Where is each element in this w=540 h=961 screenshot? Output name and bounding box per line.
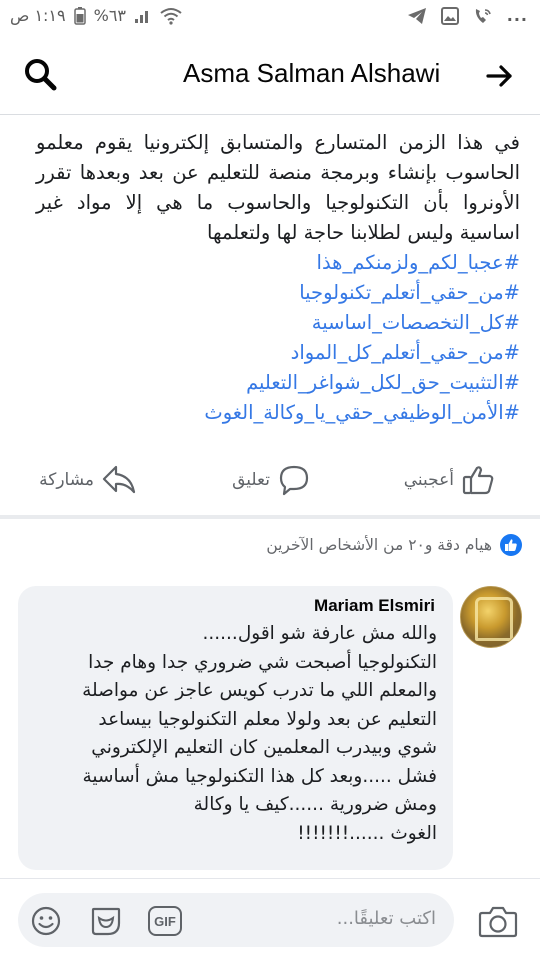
post-body-text: في هذا الزمن المتسارع والمتسابق إلكتروني… <box>36 131 520 244</box>
share-arrow-icon <box>102 465 136 494</box>
comment-bubble-icon <box>279 465 309 496</box>
share-button[interactable]: مشاركة <box>39 464 136 496</box>
search-icon[interactable] <box>22 56 60 94</box>
like-label: أعجبني <box>403 470 454 490</box>
avatar[interactable] <box>460 586 522 648</box>
hashtag-link[interactable]: #من_حقي_أتعلم_تكنولوجيا <box>0 278 540 308</box>
telegram-icon <box>407 7 426 24</box>
status-bar: ١:١٩ ص %٦٣ ... <box>0 0 540 34</box>
comment-composer: GIF اكتب تعليقًا... <box>0 878 540 961</box>
comment-button[interactable]: تعليق <box>232 464 310 496</box>
signal-icon <box>135 10 148 23</box>
more-notifications: ... <box>506 6 528 25</box>
wifi-call-icon <box>475 8 491 23</box>
comment-line: ومش ضرورية ......كيف يا وكالة <box>193 794 437 815</box>
gif-icon[interactable]: GIF <box>148 906 182 936</box>
comment-line: التكنولوجيا أصبحت شي ضروري جدا وهام جدا <box>88 651 437 673</box>
reactions-text: هيام دقة و٢٠ من الأشخاص الآخرين <box>266 536 492 554</box>
reactions-summary[interactable]: هيام دقة و٢٠ من الأشخاص الآخرين <box>266 534 522 556</box>
post-actions-bar: أعجبني تعليق مشاركة <box>0 450 540 516</box>
hashtag-link[interactable]: #كل_التخصصات_اساسية <box>0 308 540 338</box>
status-left: ١:١٩ ص %٦٣ <box>10 6 182 25</box>
comment-line: والمعلم اللي ما تدرب كويس عاجز عن مواصلة <box>82 680 437 701</box>
post-content: في هذا الزمن المتسارع والمتسابق إلكتروني… <box>0 128 540 428</box>
emoji-icon[interactable] <box>28 905 64 937</box>
like-button[interactable]: أعجبني <box>404 464 496 496</box>
comment-line: الغوث ......!!!!!!! <box>297 822 437 844</box>
camera-icon[interactable] <box>478 903 518 939</box>
comment-text: والله مش عارفة شو اقول...... التكنولوجيا… <box>38 620 437 848</box>
share-label: مشاركة <box>39 470 94 490</box>
like-badge-icon <box>500 534 522 556</box>
hashtag-link[interactable]: #عجبا_لكم_ولزمنكم_هذا <box>0 248 540 278</box>
sticker-icon[interactable] <box>88 905 124 937</box>
battery-icon <box>73 6 86 25</box>
comment-line: شوي وبيدرب المعلمين كان التعليم الإلكترو… <box>91 737 437 758</box>
hashtag-link[interactable]: #من_حقي_أتعلم_كل_المواد <box>0 338 540 368</box>
hashtag-link[interactable]: #التثبيت_حق_لكل_شواغر_التعليم <box>0 368 540 398</box>
battery-percent: %٦٣ <box>93 6 126 25</box>
comment-label: تعليق <box>232 470 270 490</box>
time-label: ١:١٩ ص <box>10 6 66 25</box>
comment-line: التعليم عن بعد ولولا معلم التكنولوجيا بي… <box>98 708 437 730</box>
thumbs-up-icon <box>462 466 494 495</box>
comment-line: فشل .....وبعد كل هذا التكنولوجيا مش أساس… <box>82 765 437 787</box>
comment-placeholder: اكتب تعليقًا... <box>336 908 436 929</box>
comment-input[interactable]: GIF اكتب تعليقًا... <box>18 893 454 947</box>
gallery-icon <box>440 6 459 25</box>
status-right: ... <box>407 6 528 25</box>
profile-name-title: Asma Salman Alshawi <box>183 58 441 88</box>
hashtag-list: #عجبا_لكم_ولزمنكم_هذا #من_حقي_أتعلم_تكنو… <box>0 248 540 428</box>
hashtag-link[interactable]: #الأمن_الوظيفي_حقي_يا_وكالة_الغوث <box>0 398 540 428</box>
arrow-right-icon[interactable] <box>484 60 516 92</box>
comment-author[interactable]: Mariam Elsmiri <box>314 596 435 616</box>
comment-line: والله مش عارفة شو اقول...... <box>202 623 437 644</box>
wifi-icon <box>160 7 182 25</box>
comment-bubble: Mariam Elsmiri والله مش عارفة شو اقول...… <box>18 586 453 870</box>
top-app-bar: Asma Salman Alshawi <box>0 34 540 115</box>
section-divider <box>0 515 540 519</box>
